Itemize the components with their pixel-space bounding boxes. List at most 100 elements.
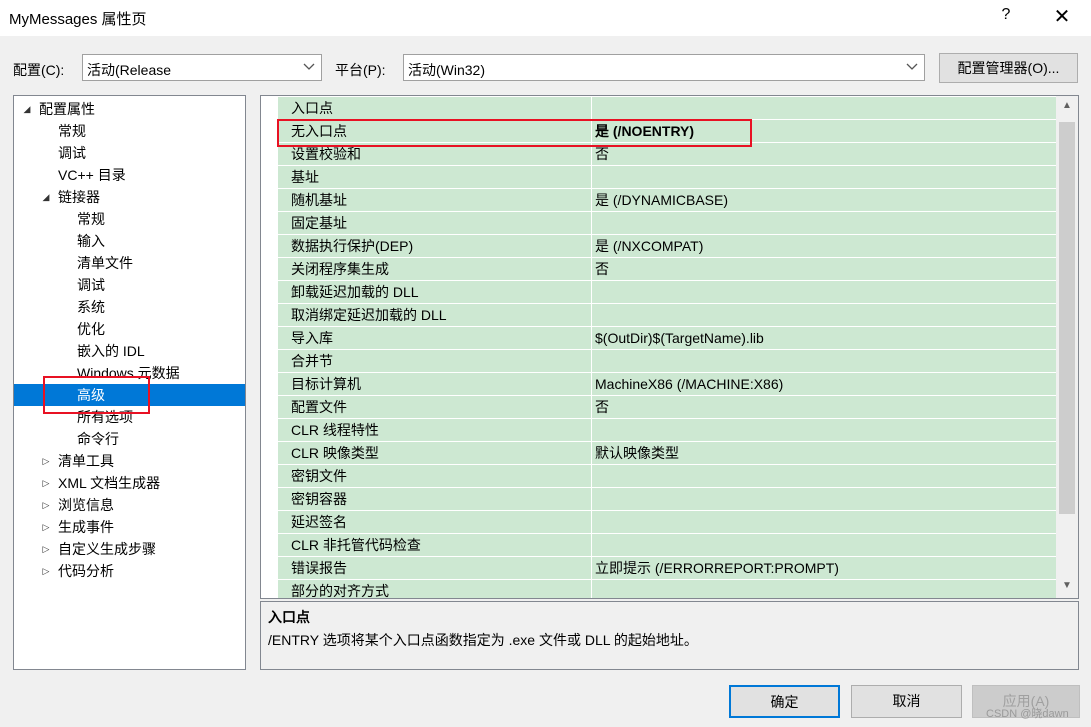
property-name: 基址 (278, 166, 591, 188)
scroll-thumb[interactable] (1059, 122, 1075, 514)
property-row[interactable]: 取消绑定延迟加载的 DLL (261, 304, 1056, 327)
property-row[interactable]: 密钥容器 (261, 488, 1056, 511)
property-value[interactable]: 否 (592, 396, 1056, 418)
tree-item-label: 优化 (77, 321, 105, 337)
property-row[interactable]: 错误报告 立即提示 (/ERRORREPORT:PROMPT) (261, 557, 1056, 580)
tree-item[interactable]: 优化 (14, 318, 245, 340)
property-row[interactable]: 延迟签名 (261, 511, 1056, 534)
collapse-icon[interactable]: ◢ (22, 98, 32, 120)
annotation-box-noentry (277, 119, 752, 147)
property-value[interactable]: 是 (/NXCOMPAT) (592, 235, 1056, 257)
property-value[interactable]: 否 (592, 258, 1056, 280)
tree-item[interactable]: 系统 (14, 296, 245, 318)
expand-icon[interactable]: ▷ (41, 472, 51, 494)
property-value[interactable]: 立即提示 (/ERRORREPORT:PROMPT) (592, 557, 1056, 579)
property-row[interactable]: 入口点 (261, 97, 1056, 120)
property-row[interactable]: CLR 非托管代码检查 (261, 534, 1056, 557)
tree-item-label: 清单文件 (77, 255, 133, 271)
expand-icon[interactable]: ▷ (41, 494, 51, 516)
tree-item[interactable]: 清单文件 (14, 252, 245, 274)
tree-item[interactable]: 命令行 (14, 428, 245, 450)
property-row[interactable]: 合并节 (261, 350, 1056, 373)
vertical-scrollbar[interactable]: ▲ ▼ (1056, 96, 1078, 598)
tree-item[interactable]: ▷ 清单工具 (14, 450, 245, 472)
help-button[interactable]: ? (996, 6, 1016, 24)
config-combo[interactable]: 活动(Release (82, 54, 322, 81)
close-button[interactable]: ✕ (1050, 4, 1074, 29)
tree-item-label: 生成事件 (58, 519, 114, 535)
tree-item-label: 浏览信息 (58, 497, 114, 513)
expand-icon[interactable]: ▷ (41, 450, 51, 472)
cancel-button[interactable]: 取消 (851, 685, 962, 718)
property-name: CLR 线程特性 (278, 419, 591, 441)
tree-item-label: 调试 (58, 145, 86, 161)
property-value[interactable] (592, 281, 1056, 303)
property-row[interactable]: 关闭程序集生成否 (261, 258, 1056, 281)
property-value[interactable] (592, 166, 1056, 188)
property-row[interactable]: 卸载延迟加载的 DLL (261, 281, 1056, 304)
scroll-up-icon[interactable]: ▲ (1060, 100, 1074, 111)
property-row[interactable]: CLR 映像类型 默认映像类型 (261, 442, 1056, 465)
property-row[interactable]: 固定基址 (261, 212, 1056, 235)
property-name: 入口点 (278, 97, 591, 119)
property-value[interactable] (592, 511, 1056, 533)
config-manager-button[interactable]: 配置管理器(O)... (939, 53, 1078, 83)
tree-item[interactable]: 常规 (14, 120, 245, 142)
property-name: CLR 非托管代码检查 (278, 534, 591, 556)
property-row[interactable]: CLR 线程特性 (261, 419, 1056, 442)
property-name: 固定基址 (278, 212, 591, 234)
property-value[interactable]: 默认映像类型 (592, 442, 1056, 464)
tree-item[interactable]: 调试 (14, 274, 245, 296)
ok-button[interactable]: 确定 (729, 685, 840, 718)
property-value[interactable] (592, 212, 1056, 234)
property-row[interactable]: 导入库 $(OutDir)$(TargetName).lib (261, 327, 1056, 350)
tree-item[interactable]: ◢ 链接器 (14, 186, 245, 208)
tree-item-label: 嵌入的 IDL (77, 343, 145, 359)
property-name: 合并节 (278, 350, 591, 372)
tree-item-label: 系统 (77, 299, 105, 315)
expand-icon[interactable]: ▷ (41, 516, 51, 538)
property-row[interactable]: 基址 (261, 166, 1056, 189)
expand-icon[interactable]: ▷ (41, 560, 51, 582)
property-value[interactable] (592, 488, 1056, 510)
property-name: 配置文件 (278, 396, 591, 418)
property-value[interactable] (592, 304, 1056, 326)
platform-label: 平台(P): (335, 62, 386, 78)
scroll-down-icon[interactable]: ▼ (1060, 580, 1074, 591)
tree-item[interactable]: ▷ 生成事件 (14, 516, 245, 538)
property-row[interactable]: 目标计算机 MachineX86 (/MACHINE:X86) (261, 373, 1056, 396)
property-value[interactable] (592, 419, 1056, 441)
property-row[interactable]: 部分的对齐方式 (261, 580, 1056, 598)
property-value[interactable]: 是 (/DYNAMICBASE) (592, 189, 1056, 211)
property-row[interactable]: 数据执行保护(DEP) 是 (/NXCOMPAT) (261, 235, 1056, 258)
platform-combo[interactable]: 活动(Win32) (403, 54, 925, 81)
property-value[interactable]: $(OutDir)$(TargetName).lib (592, 327, 1056, 349)
property-name: 密钥容器 (278, 488, 591, 510)
tree-item[interactable]: ▷ 自定义生成步骤 (14, 538, 245, 560)
property-value[interactable] (592, 97, 1056, 119)
property-name: 取消绑定延迟加载的 DLL (278, 304, 591, 326)
expand-icon[interactable]: ▷ (41, 538, 51, 560)
property-name: 错误报告 (278, 557, 591, 579)
tree-item[interactable]: 常规 (14, 208, 245, 230)
collapse-icon[interactable]: ◢ (41, 186, 51, 208)
property-value[interactable]: MachineX86 (/MACHINE:X86) (592, 373, 1056, 395)
tree-item[interactable]: 输入 (14, 230, 245, 252)
property-row[interactable]: 密钥文件 (261, 465, 1056, 488)
tree-item[interactable]: ▷ 浏览信息 (14, 494, 245, 516)
property-value[interactable] (592, 580, 1056, 598)
window-title: MyMessages 属性页 (9, 11, 147, 28)
tree-item[interactable]: 嵌入的 IDL (14, 340, 245, 362)
tree-item[interactable]: ◢ 配置属性 (14, 98, 245, 120)
tree-item[interactable]: ▷ 代码分析 (14, 560, 245, 582)
tree-item[interactable]: ▷ XML 文档生成器 (14, 472, 245, 494)
property-value[interactable] (592, 465, 1056, 487)
tree-item[interactable]: 调试 (14, 142, 245, 164)
tree-item[interactable]: VC++ 目录 (14, 164, 245, 186)
property-name: 延迟签名 (278, 511, 591, 533)
platform-value: 活动(Win32) (408, 62, 486, 78)
property-value[interactable] (592, 350, 1056, 372)
property-value[interactable] (592, 534, 1056, 556)
property-row[interactable]: 配置文件否 (261, 396, 1056, 419)
property-row[interactable]: 随机基址是 (/DYNAMICBASE) (261, 189, 1056, 212)
